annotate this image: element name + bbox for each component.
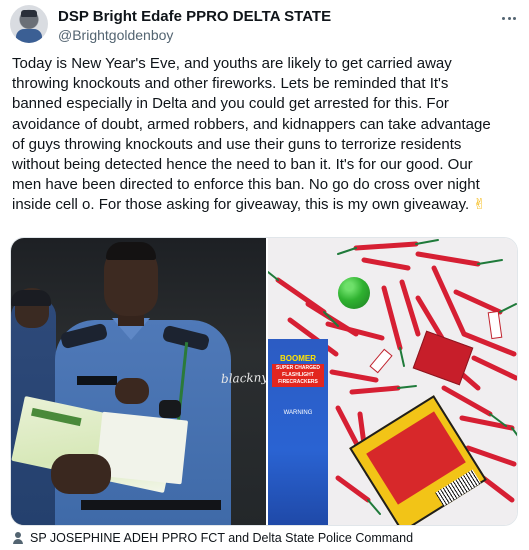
media-caption-text[interactable]: SP JOSEPHINE ADEH PPRO FCT and Delta Sta… (30, 531, 413, 545)
firecracker-box-blue-warning: WARNING (283, 410, 313, 416)
tweet-text-line: avoidance of doubt, armed robbers, and k… (12, 115, 491, 133)
firecracker-box-blue-title: SUPER CHARGED FLASHLIGHT FIRECRACKERS (272, 364, 324, 387)
avatar-cap-detail (21, 10, 37, 17)
tweet-text-line: without being detected hence the need to… (12, 156, 473, 174)
tweet-header: DSP Bright Edafe PPRO DELTA STATE @Brigh… (10, 5, 519, 45)
officer-arm (51, 454, 111, 494)
photo-firecrackers[interactable]: BOOMER SUPER CHARGED FLASHLIGHT FIRECRAC… (268, 238, 517, 525)
officer-hair (106, 242, 156, 260)
tweet-text: Today is New Year's Eve, and youths are … (12, 54, 517, 216)
tweet: DSP Bright Edafe PPRO DELTA STATE @Brigh… (0, 0, 529, 550)
author-handle[interactable]: @Brightgoldenboy (58, 27, 173, 43)
tweet-text-line-content: inside cell o. For those asking for give… (12, 196, 470, 214)
booklet-stripe (31, 407, 82, 427)
officer-watch (159, 400, 181, 418)
background-officer-cap (11, 290, 51, 306)
officer-hand (115, 378, 149, 404)
tweet-text-line: throwing knockouts and other fireworks. … (12, 75, 449, 93)
tweet-text-line: banned especially in Delta and you could… (12, 95, 449, 113)
media-tagged-users[interactable]: SP JOSEPHINE ADEH PPRO FCT and Delta Sta… (12, 531, 413, 545)
photo-police-officer-reading[interactable]: blacknyc (11, 238, 266, 525)
tweet-text-line: of guys throwing knockouts and use their… (12, 135, 462, 153)
tweet-text-line: Today is New Year's Eve, and youths are … (12, 55, 452, 72)
tweet-text-line: inside cell o. For those asking for give… (12, 195, 517, 215)
officer-belt (81, 500, 221, 510)
photo-watermark: blacknyc (220, 370, 266, 386)
author-name[interactable]: DSP Bright Edafe PPRO DELTA STATE (58, 8, 331, 25)
author-avatar[interactable] (10, 5, 48, 43)
tweet-text-line: men have been directed to enforce this b… (12, 176, 480, 194)
person-icon (12, 532, 24, 544)
officer-nametag (77, 376, 117, 385)
more-horizontal-icon[interactable] (499, 11, 519, 25)
victory-hand-emoji-icon: ✌ (473, 196, 486, 214)
tweet-media[interactable]: blacknyc BOOMER SUPER CHARGED FLASHLIGHT… (10, 237, 518, 526)
avatar-uniform-detail (16, 29, 42, 43)
green-smoke-ball (338, 277, 370, 309)
firecracker-box-blue-brand: BOOMER (280, 354, 316, 363)
